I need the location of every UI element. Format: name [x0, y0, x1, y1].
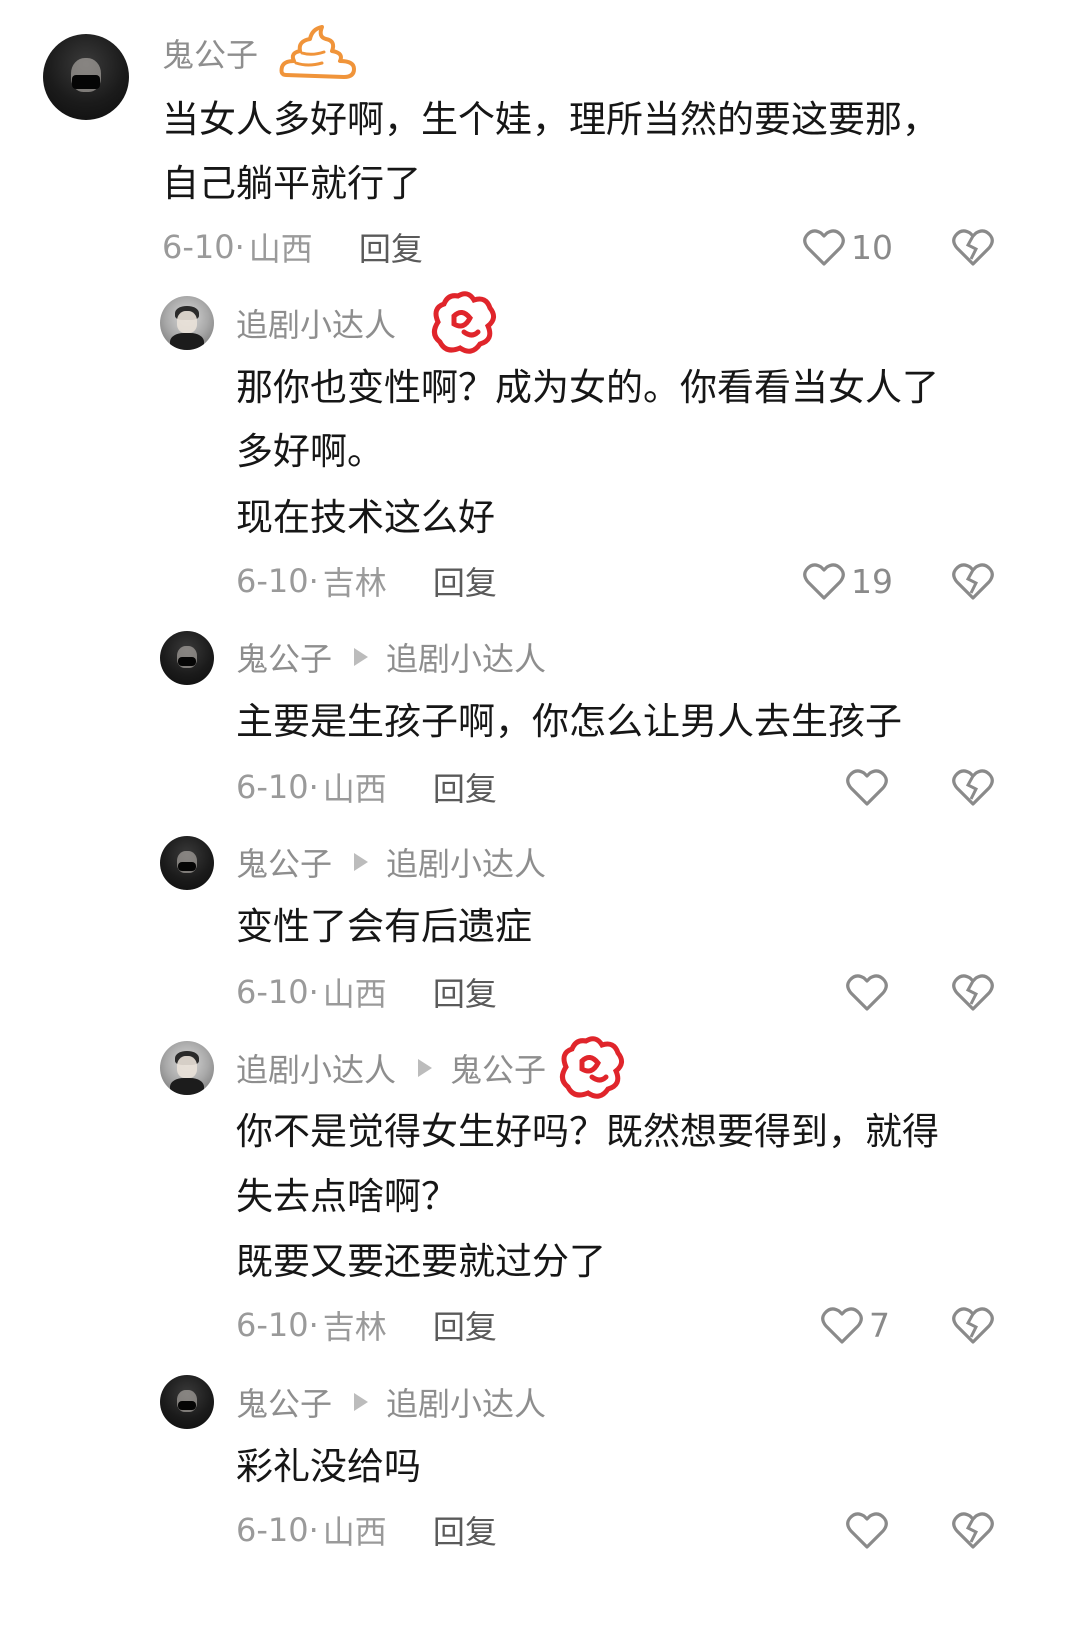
comment-date: 6-10· [236, 768, 319, 806]
comment-meta: 6-10· 山西 回复 [236, 967, 497, 1017]
reply-button[interactable]: 回复 [433, 558, 497, 604]
dislike-button[interactable] [952, 222, 994, 272]
reply-to-name[interactable]: 鬼公子 [450, 1045, 546, 1091]
comment-location: 吉林 [322, 1308, 387, 1346]
comment-line: 自己躺平就行了 [162, 162, 421, 205]
comment-location: 山西 [248, 230, 313, 268]
comment-date: 6-10· [236, 1306, 319, 1344]
like-button[interactable]: 7 [821, 1300, 890, 1350]
red-flower-sticker-icon [428, 288, 498, 358]
heart-outline-icon [846, 1510, 888, 1550]
comment-line: 当女人多好啊，生个娃，理所当然的要这要那， [162, 98, 939, 141]
broken-heart-icon [952, 561, 994, 601]
comment-location: 吉林 [322, 564, 387, 602]
dislike-button[interactable] [952, 1505, 994, 1555]
comment-line: 那你也变性啊？成为女的。你看看当女人了 [236, 366, 939, 409]
comment-line: 彩礼没给吗 [236, 1445, 421, 1488]
comment-meta: 6-10· 山西 回复 [236, 1505, 497, 1555]
comment-meta: 6-10· 吉林 回复 [236, 556, 497, 606]
broken-heart-icon [952, 1510, 994, 1550]
comment-date: 6-10· [236, 562, 319, 600]
comment-date: 6-10· [162, 228, 245, 266]
avatar[interactable] [160, 631, 214, 685]
broken-heart-icon [952, 227, 994, 267]
like-count: 19 [851, 561, 893, 601]
avatar[interactable] [160, 1041, 214, 1095]
reply-arrow-icon [354, 853, 369, 871]
comment-author-row: 鬼公子 [162, 25, 358, 79]
like-count: 10 [851, 227, 893, 267]
comment-author-row: 鬼公子 追剧小达人 [236, 837, 546, 887]
comment-meta: 6-10· 山西 回复 [236, 762, 497, 812]
comment-line: 变性了会有后遗症 [236, 905, 532, 948]
like-button[interactable] [846, 1505, 888, 1555]
heart-outline-icon [846, 972, 888, 1012]
author-name[interactable]: 追剧小达人 [236, 300, 396, 346]
reply-arrow-icon [418, 1059, 433, 1077]
avatar[interactable] [160, 296, 214, 350]
heart-outline-icon [846, 767, 888, 807]
dislike-button[interactable] [952, 762, 994, 812]
reply-button[interactable]: 回复 [433, 764, 497, 810]
like-button[interactable] [846, 967, 888, 1017]
reply-button[interactable]: 回复 [433, 1302, 497, 1348]
author-name[interactable]: 鬼公子 [236, 634, 332, 680]
comment-location: 山西 [322, 1513, 387, 1551]
comment-meta: 6-10· 吉林 回复 [236, 1300, 497, 1350]
heart-outline-icon [821, 1305, 863, 1345]
like-button[interactable]: 10 [803, 222, 893, 272]
comment-line: 你不是觉得女生好吗？既然想要得到，就得 [236, 1110, 939, 1153]
comment-line: 失去点啥啊？ [236, 1175, 458, 1218]
heart-outline-icon [803, 227, 845, 267]
broken-heart-icon [952, 767, 994, 807]
broken-heart-icon [952, 972, 994, 1012]
like-button[interactable]: 19 [803, 556, 893, 606]
reply-arrow-icon [354, 1393, 369, 1411]
reply-button[interactable]: 回复 [433, 1507, 497, 1553]
dislike-button[interactable] [952, 1300, 994, 1350]
author-name[interactable]: 追剧小达人 [236, 1045, 396, 1091]
comment-author-row: 鬼公子 追剧小达人 [236, 1377, 546, 1427]
comment-line: 主要是生孩子啊，你怎么让男人去生孩子 [236, 700, 902, 743]
author-name[interactable]: 鬼公子 [162, 30, 258, 76]
poop-sticker-icon [278, 23, 358, 83]
comment-date: 6-10· [236, 1511, 319, 1549]
broken-heart-icon [952, 1305, 994, 1345]
comment-line: 现在技术这么好 [236, 496, 495, 539]
dislike-button[interactable] [952, 556, 994, 606]
red-flower-sticker-icon [556, 1033, 626, 1103]
comment-author-row: 追剧小达人 [236, 291, 498, 354]
comment-author-row: 追剧小达人 鬼公子 [236, 1036, 626, 1099]
reply-to-name[interactable]: 追剧小达人 [386, 1379, 546, 1425]
like-count: 7 [869, 1305, 890, 1345]
comment-location: 山西 [322, 975, 387, 1013]
author-name[interactable]: 鬼公子 [236, 1379, 332, 1425]
comment-line: 既要又要还要就过分了 [236, 1240, 606, 1283]
comment-meta: 6-10· 山西 回复 [162, 222, 423, 272]
reply-to-name[interactable]: 追剧小达人 [386, 634, 546, 680]
heart-outline-icon [803, 561, 845, 601]
comment-author-row: 鬼公子 追剧小达人 [236, 632, 546, 682]
comment-line: 多好啊。 [236, 430, 384, 473]
comment-location: 山西 [322, 770, 387, 808]
comment-date: 6-10· [236, 973, 319, 1011]
author-name[interactable]: 鬼公子 [236, 839, 332, 885]
avatar[interactable] [160, 836, 214, 890]
reply-arrow-icon [354, 648, 369, 666]
avatar[interactable] [43, 34, 129, 120]
reply-button[interactable]: 回复 [359, 224, 423, 270]
dislike-button[interactable] [952, 967, 994, 1017]
avatar[interactable] [160, 1375, 214, 1429]
like-button[interactable] [846, 762, 888, 812]
reply-button[interactable]: 回复 [433, 969, 497, 1015]
reply-to-name[interactable]: 追剧小达人 [386, 839, 546, 885]
